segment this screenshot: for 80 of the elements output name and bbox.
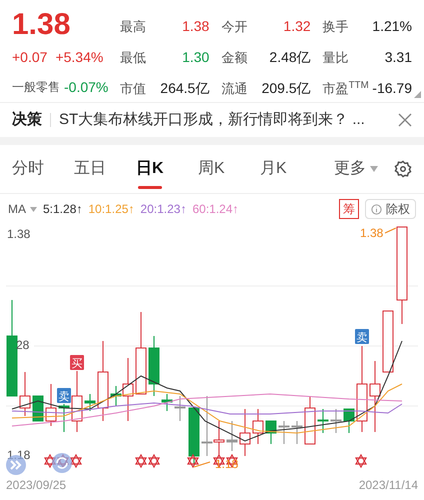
star-icon [134,454,148,468]
price: 1.38 [12,8,72,43]
candlestick [278,420,290,444]
high-price-label: 1.38 [360,226,396,240]
ma-dropdown[interactable]: MA [8,200,37,218]
candlestick [252,408,264,444]
ma-value: 20:1.23↑ [140,201,186,218]
stat-label: 最低 [120,48,146,67]
candlestick [46,384,56,426]
corner-triangle-icon[interactable] [414,91,421,98]
candlestick [72,370,82,432]
percent-change: +5.34% [55,48,104,68]
stat-value: 264.5亿 [160,79,210,98]
ma-value: 60:1.24↑ [192,201,239,218]
refresh-icon[interactable] [52,453,72,473]
candlestick [240,408,250,456]
price-change: +0.07 [12,48,48,68]
stat-label: 最高 [120,18,146,36]
stat-label: 市值 [120,80,146,98]
star-icon [44,454,56,468]
end-date: 2023/11/14 [358,477,418,494]
stat-value: 3.31 [384,48,412,67]
close-icon[interactable] [398,113,412,127]
stat-value: 209.5亿 [262,79,311,98]
chart-tab[interactable]: 日K [136,145,198,193]
stat-label: 换手 [322,18,349,36]
candlestick [318,408,328,434]
chart-tab[interactable]: 五日 [74,145,136,193]
stat-value: 2.48亿 [269,48,311,67]
caret-icon [370,166,378,172]
stat-label: 流通 [221,80,248,98]
candlestick [226,420,238,452]
stat-label: 市盈$^{TTM}$ [322,78,369,98]
start-date: 2023/09/25 [6,477,66,494]
stat-value: 1.38 [182,17,210,36]
candlestick [174,396,186,422]
settings-icon[interactable] [394,160,412,178]
candlestick [344,408,354,434]
star-icon [70,454,82,468]
trade-signal-marker[interactable]: 卖 [57,388,71,403]
ex-rights-button[interactable]: 除权 [365,199,416,219]
stat-label: 今开 [221,18,248,36]
trade-signal-marker[interactable]: 卖 [355,329,369,344]
chips-button[interactable]: 筹 [339,199,359,219]
trade-signal-marker[interactable]: 买 [70,355,84,370]
candlestick [382,310,394,372]
info-icon [371,204,382,214]
star-icon [148,454,160,468]
ma-value: 5:1.28↑ [43,201,82,218]
candlestick [58,404,70,432]
axis-label: 1.18 [7,448,30,462]
stat-label: 金额 [221,48,248,67]
caret-icon [30,206,37,212]
stat-label: 量比 [322,48,349,67]
candlestick [84,394,96,412]
candlestick [162,394,172,412]
sector-name[interactable]: 一般零售 [12,78,60,96]
stat-value: -16.79 [372,79,412,98]
chart-tab[interactable]: 月K [260,145,322,193]
chart-tab[interactable]: 周K [198,145,260,193]
news-headline[interactable]: ST大集布林线开口形成，新行情即将到来？ ... [59,108,390,132]
chart-tab[interactable]: 分时 [12,145,74,193]
more-dropdown[interactable]: 更多 [334,157,378,181]
candlestick [292,420,302,444]
sector-change: -0.07% [64,78,108,97]
star-icon [186,454,200,468]
candlestick [266,420,276,444]
candlestick [188,408,200,466]
stat-value: 1.21% [372,17,412,36]
stat-value: 1.32 [283,17,311,36]
news-tag: 决策 [12,108,42,132]
candlestick [370,360,380,432]
stat-value: 1.30 [182,48,210,67]
axis-label: 1.38 [7,227,30,241]
candlestick [148,336,160,396]
ma-value: 10:1.25↑ [88,201,134,218]
candlestick [20,372,30,416]
candlestick [304,396,316,444]
candlestick [330,408,342,434]
star-icon [354,454,368,468]
